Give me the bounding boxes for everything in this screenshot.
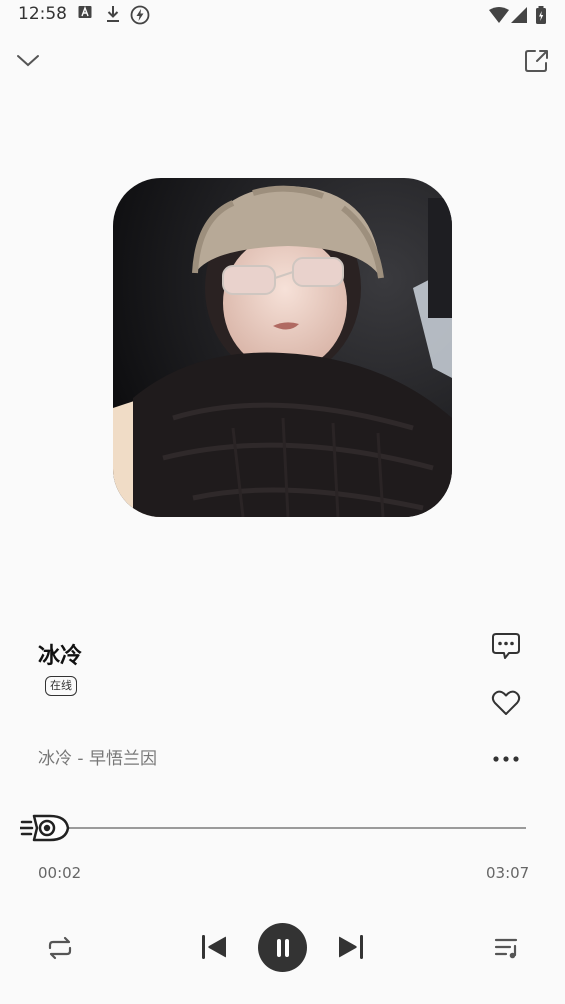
chevron-down-icon [17,55,39,67]
more-button[interactable] [487,740,525,778]
share-button[interactable] [515,39,559,83]
play-pause-button[interactable] [258,923,307,972]
song-artist-line: 冰冷 - 早悟兰因 [38,749,157,769]
status-time: 12:58 [18,4,67,24]
song-title: 冰冷 [38,644,83,669]
external-link-icon [525,50,548,72]
online-badge: 在线 [45,676,77,696]
more-icon [493,756,519,762]
current-time: 00:02 [38,864,82,882]
repeat-button[interactable] [40,928,80,968]
playlist-button[interactable] [487,928,527,968]
app-notification-icon [78,6,92,18]
pause-icon [276,938,289,957]
download-icon [107,6,119,22]
heart-icon [491,690,521,715]
progress-track[interactable] [40,827,526,829]
skip-previous-icon [202,935,226,959]
next-button[interactable] [331,927,371,967]
skip-next-icon [339,935,363,959]
comment-button[interactable] [487,627,525,665]
comment-icon [492,633,520,659]
progress-thumb[interactable] [19,808,70,848]
total-time: 03:07 [486,864,530,882]
playlist-icon [494,938,518,959]
rocket-thumb-icon [19,814,70,842]
album-cover [113,178,452,517]
status-bar: 12:58 [0,0,565,32]
collapse-button[interactable] [6,38,50,82]
previous-button[interactable] [194,927,234,967]
battery-icon [536,6,546,24]
repeat-icon [48,936,72,960]
wifi-icon [489,7,509,23]
battery-saver-icon [130,5,150,25]
like-button[interactable] [487,684,525,722]
signal-icon [511,7,527,23]
